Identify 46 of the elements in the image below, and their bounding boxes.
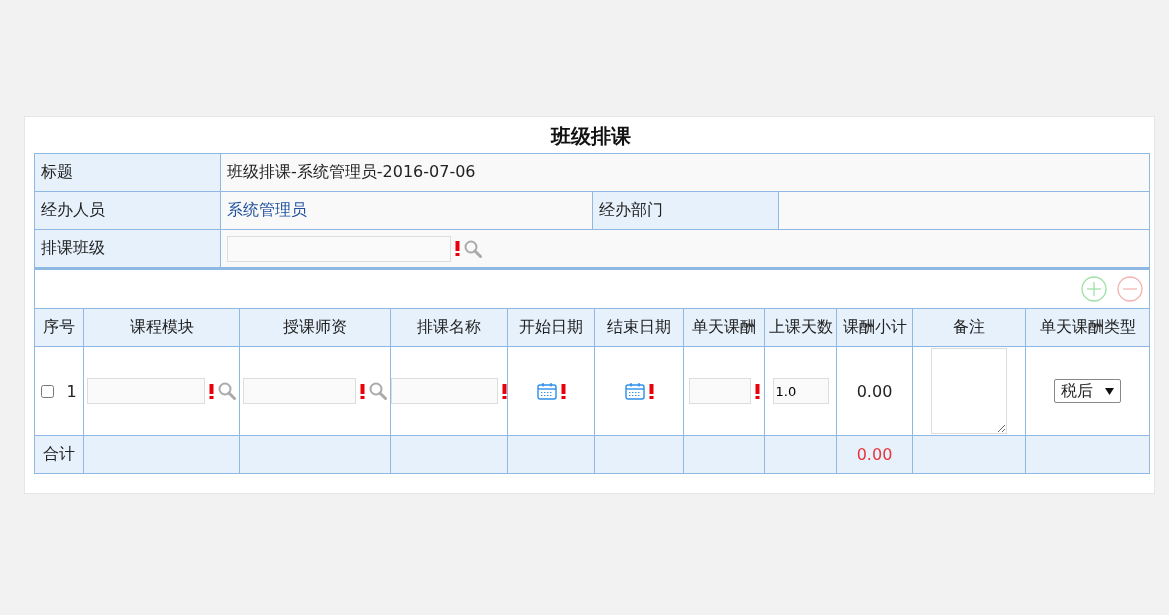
calendar-icon[interactable] — [536, 382, 557, 400]
total-label: 合计 — [34, 435, 84, 474]
course-input[interactable] — [87, 378, 205, 404]
column-header: 课酬小计 — [836, 308, 913, 347]
field-label: 排课班级 — [34, 229, 221, 268]
field-value: 班级排课-系统管理员-2016-07-06 — [220, 153, 1150, 192]
field-label: 经办人员 — [34, 191, 221, 230]
class-input[interactable] — [227, 235, 451, 262]
total-value: 0.00 — [836, 435, 913, 474]
field-label: 经办部门 — [592, 191, 779, 230]
column-header: 上课天数 — [764, 308, 837, 347]
column-header: 授课师资 — [239, 308, 391, 347]
required-icon — [648, 383, 654, 399]
subtotal-value: 0.00 — [836, 346, 913, 436]
handler-link[interactable]: 系统管理员 — [227, 200, 307, 219]
column-header: 开始日期 — [507, 308, 595, 347]
remove-row-icon[interactable] — [1117, 276, 1143, 302]
required-icon — [209, 383, 214, 399]
column-header: 课程模块 — [83, 308, 240, 347]
calendar-icon[interactable] — [624, 382, 645, 400]
column-header: 排课名称 — [390, 308, 508, 347]
pay-input[interactable] — [688, 378, 751, 404]
column-header: 备注 — [912, 308, 1026, 347]
name-input[interactable] — [391, 378, 498, 404]
pay-type-select[interactable]: 税后 — [1054, 379, 1121, 403]
required-icon — [360, 383, 365, 399]
search-icon[interactable] — [369, 382, 387, 400]
add-row-icon[interactable] — [1081, 276, 1107, 302]
search-icon[interactable] — [218, 382, 236, 400]
row-number: 1 — [66, 381, 77, 401]
required-icon — [455, 241, 460, 256]
teacher-input[interactable] — [243, 378, 356, 404]
form-title: 班级排课 — [549, 123, 632, 150]
required-icon — [502, 383, 507, 399]
column-header: 单天课酬 — [683, 308, 765, 347]
column-header: 序号 — [34, 308, 84, 347]
search-icon[interactable] — [464, 239, 482, 258]
dropdown-caret-icon — [1105, 387, 1114, 395]
column-header: 结束日期 — [594, 308, 684, 347]
field-label: 标题 — [34, 153, 221, 192]
required-icon — [754, 383, 760, 399]
days-input[interactable]: 1.0 — [772, 378, 829, 404]
column-header: 单天课酬类型 — [1025, 308, 1150, 347]
required-icon — [560, 383, 566, 399]
row-checkbox[interactable] — [41, 384, 55, 398]
note-textarea[interactable] — [931, 348, 1007, 434]
